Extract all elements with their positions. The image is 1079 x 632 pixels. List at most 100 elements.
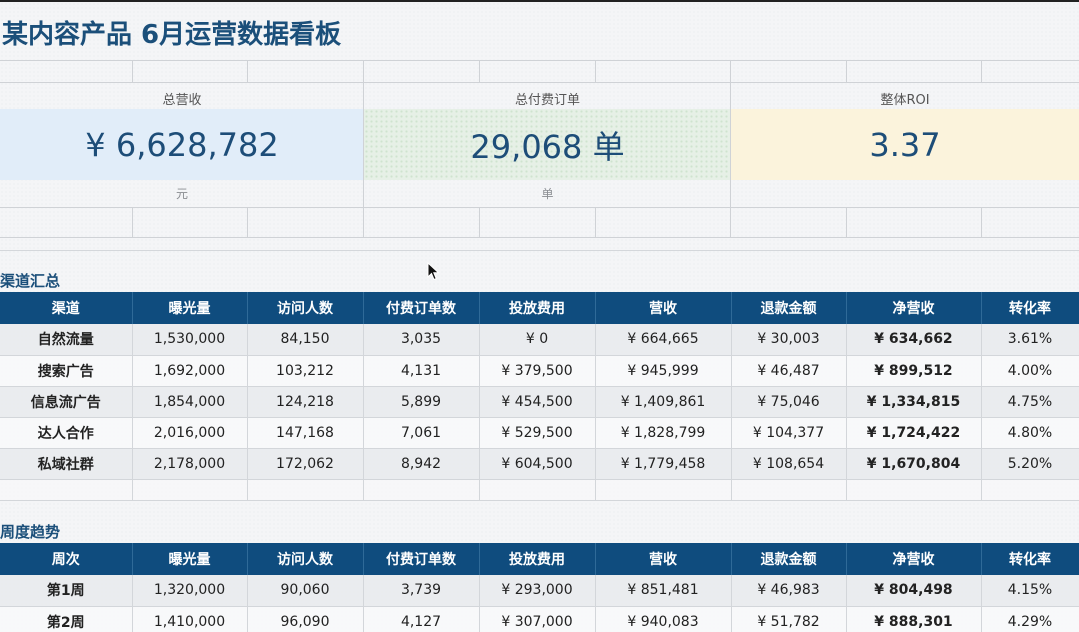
table-cell[interactable]: 1,692,000 [132,355,248,387]
table-cell[interactable]: ¥ 604,500 [479,448,596,480]
table-cell[interactable]: ¥ 664,665 [595,324,732,356]
col-header[interactable]: 投放费用 [479,292,596,324]
table-cell[interactable]: 1,320,000 [132,575,248,607]
table-cell[interactable]: 3.61% [981,324,1079,356]
table-cell[interactable]: 1,854,000 [132,386,248,418]
table-cell[interactable]: ¥ 108,654 [731,448,847,480]
table-cell[interactable]: ¥ 1,670,804 [846,448,982,480]
kpi-revenue-label: 总营收 [162,93,202,108]
col-header[interactable]: 净营收 [846,292,982,324]
col-header[interactable]: 曝光量 [132,292,248,324]
table-cell[interactable]: 5,899 [363,386,480,418]
table-cell[interactable]: 4,127 [363,606,480,632]
empty-cell[interactable] [363,479,480,501]
table-cell[interactable]: ¥ 1,828,799 [595,417,732,449]
table-cell[interactable]: ¥ 51,782 [731,606,847,632]
table-cell[interactable]: 第2周 [0,606,133,632]
table-cell[interactable]: ¥ 104,377 [731,417,847,449]
col-header[interactable]: 周次 [0,543,133,575]
table-cell[interactable]: 8,942 [363,448,480,480]
table-cell[interactable]: ¥ 1,779,458 [595,448,732,480]
table-cell[interactable]: 5.20% [981,448,1079,480]
table-cell[interactable]: ¥ 75,046 [731,386,847,418]
table-cell[interactable]: 达人合作 [0,417,133,449]
col-header[interactable]: 退款金额 [731,292,847,324]
table-cell[interactable]: 147,168 [247,417,364,449]
table-cell[interactable]: 96,090 [247,606,364,632]
col-header[interactable]: 退款金额 [731,543,847,575]
table-cell[interactable]: 私域社群 [0,448,133,480]
table-cell[interactable]: 90,060 [247,575,364,607]
table-cell[interactable]: ¥ 804,498 [846,575,982,607]
kpi-roi-value: 3.37 [869,125,941,164]
table-cell[interactable]: ¥ 634,662 [846,324,982,356]
col-header[interactable]: 付费订单数 [363,292,480,324]
table-cell[interactable]: 自然流量 [0,324,133,356]
spreadsheet-canvas: 某内容产品 6月运营数据看板 总营收 总付费订单 整体ROI ¥ 6,628,7… [0,0,1079,632]
table-cell[interactable]: ¥ 529,500 [479,417,596,449]
table-cell[interactable]: ¥ 454,500 [479,386,596,418]
table-cell[interactable]: 84,150 [247,324,364,356]
empty-cell[interactable] [731,479,847,501]
empty-cell[interactable] [132,479,248,501]
table-cell[interactable]: 1,530,000 [132,324,248,356]
table-cell[interactable]: ¥ 46,983 [731,575,847,607]
table-cell[interactable]: 4.29% [981,606,1079,632]
table-cell[interactable]: 4.80% [981,417,1079,449]
col-header[interactable]: 投放费用 [479,543,596,575]
table-cell[interactable]: ¥ 30,003 [731,324,847,356]
table-cell[interactable]: 2,016,000 [132,417,248,449]
empty-cell[interactable] [0,479,133,501]
col-header[interactable]: 转化率 [981,543,1079,575]
weekly-table: 周次 曝光量 访问人数 付费订单数 投放费用 营收 退款金额 净营收 转化率 第… [0,543,1079,632]
col-header[interactable]: 曝光量 [132,543,248,575]
table-cell[interactable]: ¥ 379,500 [479,355,596,387]
channel-section-title: 渠道汇总 [0,272,61,290]
table-cell[interactable]: ¥ 899,512 [846,355,982,387]
empty-cell[interactable] [595,479,732,501]
col-header[interactable]: 访问人数 [247,292,364,324]
col-header[interactable]: 营收 [595,292,732,324]
table-cell[interactable]: 4.75% [981,386,1079,418]
table-cell[interactable]: 搜索广告 [0,355,133,387]
col-header[interactable]: 净营收 [846,543,982,575]
channel-table: 渠道 曝光量 访问人数 付费订单数 投放费用 营收 退款金额 净营收 转化率 自… [0,292,1079,501]
weekly-section-title: 周度趋势 [0,523,61,541]
table-cell[interactable]: 4.00% [981,355,1079,387]
table-cell[interactable]: 3,739 [363,575,480,607]
empty-cell[interactable] [479,479,596,501]
table-cell[interactable]: ¥ 888,301 [846,606,982,632]
col-header[interactable]: 渠道 [0,292,133,324]
table-cell[interactable]: 1,410,000 [132,606,248,632]
table-cell[interactable]: 第1周 [0,575,133,607]
table-cell[interactable]: ¥ 0 [479,324,596,356]
table-cell[interactable]: 124,218 [247,386,364,418]
table-cell[interactable]: ¥ 307,000 [479,606,596,632]
col-header[interactable]: 付费订单数 [363,543,480,575]
empty-cell[interactable] [846,479,982,501]
table-cell[interactable]: ¥ 940,083 [595,606,732,632]
empty-cell[interactable] [981,479,1079,501]
kpi-orders-label: 总付费订单 [514,93,580,108]
table-cell[interactable]: 172,062 [247,448,364,480]
col-header[interactable]: 转化率 [981,292,1079,324]
table-cell[interactable]: 2,178,000 [132,448,248,480]
table-cell[interactable]: 信息流广告 [0,386,133,418]
kpi-orders-unit: 单 [541,187,554,201]
table-cell[interactable]: ¥ 1,334,815 [846,386,982,418]
table-cell[interactable]: 4.15% [981,575,1079,607]
table-cell[interactable]: ¥ 945,999 [595,355,732,387]
table-cell[interactable]: 4,131 [363,355,480,387]
col-header[interactable]: 营收 [595,543,732,575]
table-cell[interactable]: 3,035 [363,324,480,356]
table-cell[interactable]: ¥ 1,724,422 [846,417,982,449]
table-cell[interactable]: ¥ 1,409,861 [595,386,732,418]
table-cell[interactable]: 103,212 [247,355,364,387]
empty-cell[interactable] [247,479,364,501]
section-divider [0,250,1079,251]
table-cell[interactable]: ¥ 46,487 [731,355,847,387]
col-header[interactable]: 访问人数 [247,543,364,575]
table-cell[interactable]: ¥ 851,481 [595,575,732,607]
table-cell[interactable]: 7,061 [363,417,480,449]
table-cell[interactable]: ¥ 293,000 [479,575,596,607]
